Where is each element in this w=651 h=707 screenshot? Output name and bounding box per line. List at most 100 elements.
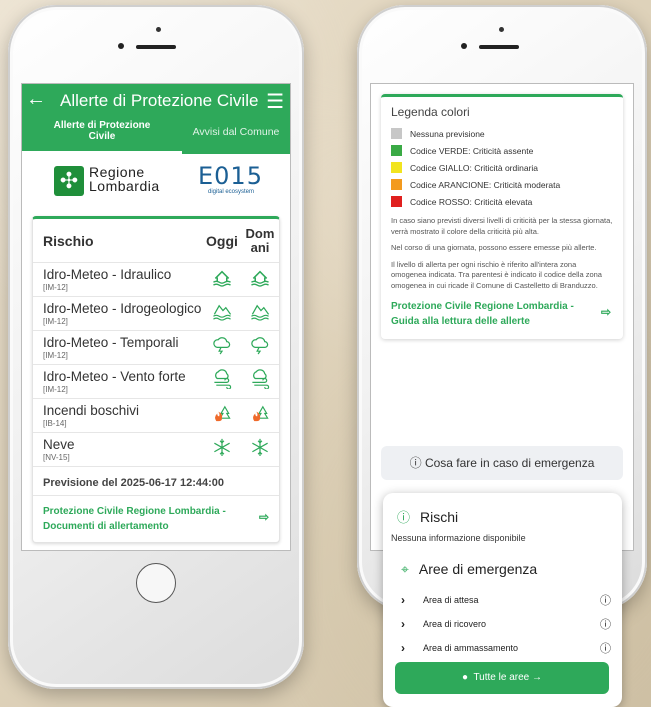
flood-house-icon [213, 270, 231, 287]
risk-cell: Idro-Meteo - Temporali [IM-12] [33, 331, 203, 364]
speaker-grille [136, 45, 176, 49]
tomorrow-cell [241, 335, 279, 360]
logos-bar: ✣ Regione Lombardia E015 digital ecosyst… [22, 154, 290, 216]
tab-avvisi[interactable]: Avvisi dal Comune [182, 118, 290, 154]
app-header: ← Allerte di Protezione Civile ☰ Allerte… [22, 84, 290, 154]
today-cell [203, 437, 241, 462]
home-button[interactable] [136, 563, 176, 603]
risk-row[interactable]: Idro-Meteo - Vento forte [IM-12] [33, 365, 279, 399]
forecast-timestamp: Previsione del 2025-06-17 12:44:00 [33, 467, 279, 496]
risk-cell: Neve [NV-15] [33, 433, 203, 466]
tab-avvisi-label: Avvisi dal Comune [192, 126, 280, 138]
wind-cloud-icon [252, 369, 270, 390]
documents-link-text: Protezione Civile Regione Lombardia - Do… [43, 506, 226, 532]
info-icon[interactable]: ⓘ [600, 640, 611, 656]
camera-dot [461, 43, 467, 49]
area-item-ricovero[interactable]: › Area di ricovero ⓘ [401, 614, 611, 634]
today-cell [203, 369, 241, 394]
guide-link[interactable]: Protezione Civile Regione Lombardia - Gu… [391, 299, 613, 329]
risk-row[interactable]: Incendi boschivi [IB-14] [33, 399, 279, 433]
risk-cell: Idro-Meteo - Idraulico [IM-12] [33, 263, 203, 296]
area-item-attesa[interactable]: › Area di attesa ⓘ [401, 590, 611, 610]
risk-name: Incendi boschivi [43, 403, 140, 418]
tomorrow-cell [241, 369, 279, 394]
legend-label: Nessuna previsione [410, 128, 485, 139]
tomorrow-cell [241, 403, 279, 428]
forest-fire-icon [215, 405, 231, 422]
all-areas-label: Tutte le aree → [473, 672, 542, 683]
legend-note-1: In caso siano previsti diversi livelli d… [391, 216, 613, 236]
col-today-header: Oggi [206, 232, 238, 249]
tab-bar: Allerte di Protezione Civile Avvisi dal … [22, 118, 290, 154]
crosshair-icon: ⌖ [401, 561, 409, 577]
map-pin-icon: ● [462, 672, 469, 683]
area-item-label: Area di attesa [423, 595, 479, 605]
color-swatch [391, 145, 402, 156]
aree-heading: ⌖ Aree di emergenza [401, 561, 537, 578]
guide-link-text: Protezione Civile Regione Lombardia - Gu… [391, 301, 574, 327]
chevron-right-icon: › [401, 593, 405, 607]
risk-name: Idro-Meteo - Vento forte [43, 369, 186, 384]
color-swatch [391, 196, 402, 207]
legend-item: Codice VERDE: Criticità assente [391, 142, 613, 159]
legend-title: Legenda colori [391, 105, 470, 119]
snowflake-icon [214, 438, 230, 457]
info-icon[interactable]: ⓘ [600, 616, 611, 632]
today-cell [203, 267, 241, 292]
page-title: Allerte di Protezione Civile [60, 91, 259, 110]
legend-card: Legenda colori Nessuna previsione Codice … [381, 94, 623, 339]
legend-item: Codice GIALLO: Criticità ordinaria [391, 159, 613, 176]
info-icon[interactable]: ⓘ [600, 592, 611, 608]
lombardia-logo-icon: ✣ [54, 166, 84, 196]
tomorrow-cell [241, 437, 279, 462]
legend-list: Nessuna previsione Codice VERDE: Criticit… [391, 125, 613, 210]
storm-cloud-icon [251, 337, 269, 355]
lombardia-line2: Lombardia [89, 178, 160, 194]
sensor-dot [156, 27, 161, 32]
risk-row[interactable]: Idro-Meteo - Idraulico [IM-12] [33, 263, 279, 297]
risk-zone-code: [NV-15] [43, 453, 70, 462]
flood-house-icon [251, 270, 269, 287]
risk-name: Idro-Meteo - Idraulico [43, 267, 172, 282]
risk-row[interactable]: Neve [NV-15] [33, 433, 279, 467]
color-swatch [391, 162, 402, 173]
risk-name: Neve [43, 437, 75, 452]
emergency-button[interactable]: ⓘ Cosa fare in caso di emergenza [381, 446, 623, 480]
back-arrow-icon[interactable]: ← [26, 88, 46, 111]
legend-label: Codice ARANCIONE: Criticità moderata [410, 179, 561, 190]
risk-cell: Idro-Meteo - Idrogeologico [IM-12] [33, 297, 203, 330]
alert-circle-icon: ⓘ [397, 510, 411, 525]
legend-item: Codice ARANCIONE: Criticità moderata [391, 176, 613, 193]
tomorrow-cell [241, 267, 279, 292]
external-link-icon: ⇨ [258, 510, 269, 524]
area-item-ammassamento[interactable]: › Area di ammassamento ⓘ [401, 638, 611, 658]
tab-allerte[interactable]: Allerte di Protezione Civile [22, 118, 182, 154]
col-tomorrow-header: Domani [241, 225, 279, 255]
risk-zone-code: [IM-12] [43, 351, 68, 360]
risk-row[interactable]: Idro-Meteo - Temporali [IM-12] [33, 331, 279, 365]
risk-zone-code: [IM-12] [43, 317, 68, 326]
today-cell [203, 335, 241, 360]
color-swatch [391, 179, 402, 190]
risk-row[interactable]: Idro-Meteo - Idrogeologico [IM-12] [33, 297, 279, 331]
risk-table-card: Rischio Oggi Domani Idro-Meteo - Idrauli… [32, 216, 280, 543]
col-tomorrow-label: Domani [245, 225, 275, 255]
hamburger-menu-icon[interactable]: ☰ [266, 89, 284, 114]
risk-name: Idro-Meteo - Temporali [43, 335, 179, 350]
documents-link[interactable]: Protezione Civile Regione Lombardia - Do… [33, 496, 279, 542]
risk-table-header: Rischio Oggi Domani [33, 219, 279, 263]
col-risk-header: Rischio [43, 232, 94, 249]
risk-zone-code: [IM-12] [43, 385, 68, 394]
legend-label: Codice ROSSO: Criticità elevata [410, 196, 533, 207]
risk-rows: Idro-Meteo - Idraulico [IM-12] Idro-Meteo … [33, 263, 279, 467]
legend-note-3: Il livello di allerta per ogni rischio è… [391, 259, 602, 290]
screen-right: Legenda colori Nessuna previsione Codice … [370, 83, 634, 551]
color-swatch [391, 128, 402, 139]
all-areas-button[interactable]: ● Tutte le aree → [395, 662, 609, 694]
landslide-icon [251, 304, 270, 321]
landslide-icon [213, 304, 232, 321]
lombardia-logo-text: Regione Lombardia [89, 165, 160, 193]
aree-title: Aree di emergenza [418, 561, 538, 577]
area-item-label: Area di ammassamento [423, 643, 519, 653]
camera-dot [118, 43, 124, 49]
